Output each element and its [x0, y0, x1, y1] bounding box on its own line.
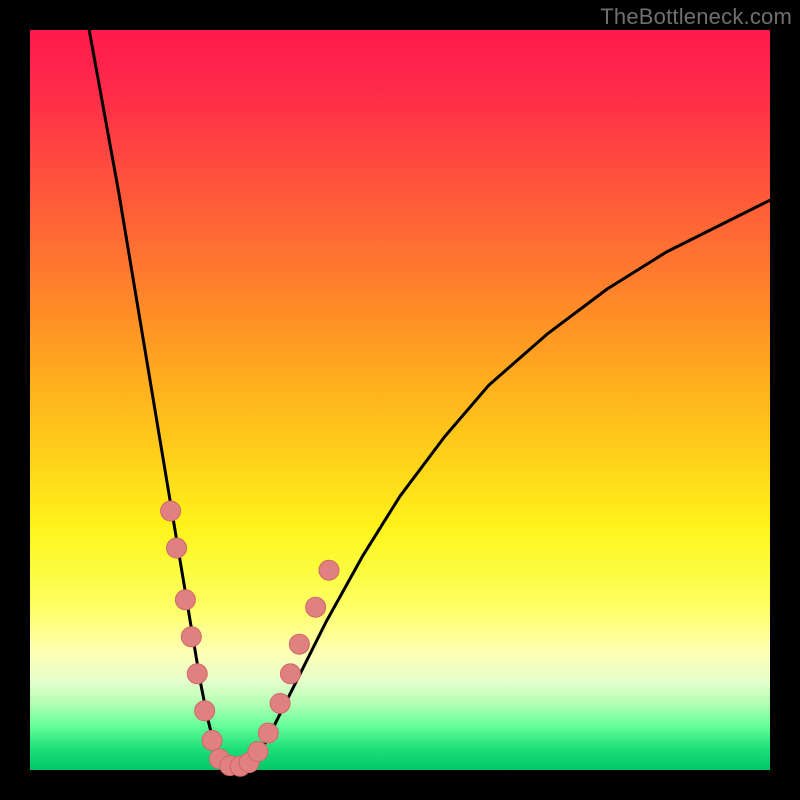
data-point [187, 664, 207, 684]
data-point [280, 664, 300, 684]
bottleneck-curve [89, 30, 770, 767]
data-point [258, 723, 278, 743]
watermark-text: TheBottleneck.com [600, 4, 792, 30]
data-point [195, 701, 215, 721]
data-point [306, 597, 326, 617]
chart-svg [30, 30, 770, 770]
data-point [289, 634, 309, 654]
data-point [175, 590, 195, 610]
data-point [202, 730, 222, 750]
data-point [270, 693, 290, 713]
data-point [248, 742, 268, 762]
data-point [181, 627, 201, 647]
chart-frame: TheBottleneck.com [0, 0, 800, 800]
marker-layer [161, 501, 339, 776]
data-point [167, 538, 187, 558]
data-point [319, 560, 339, 580]
data-point [161, 501, 181, 521]
plot-area [30, 30, 770, 770]
curve-layer [89, 30, 770, 767]
